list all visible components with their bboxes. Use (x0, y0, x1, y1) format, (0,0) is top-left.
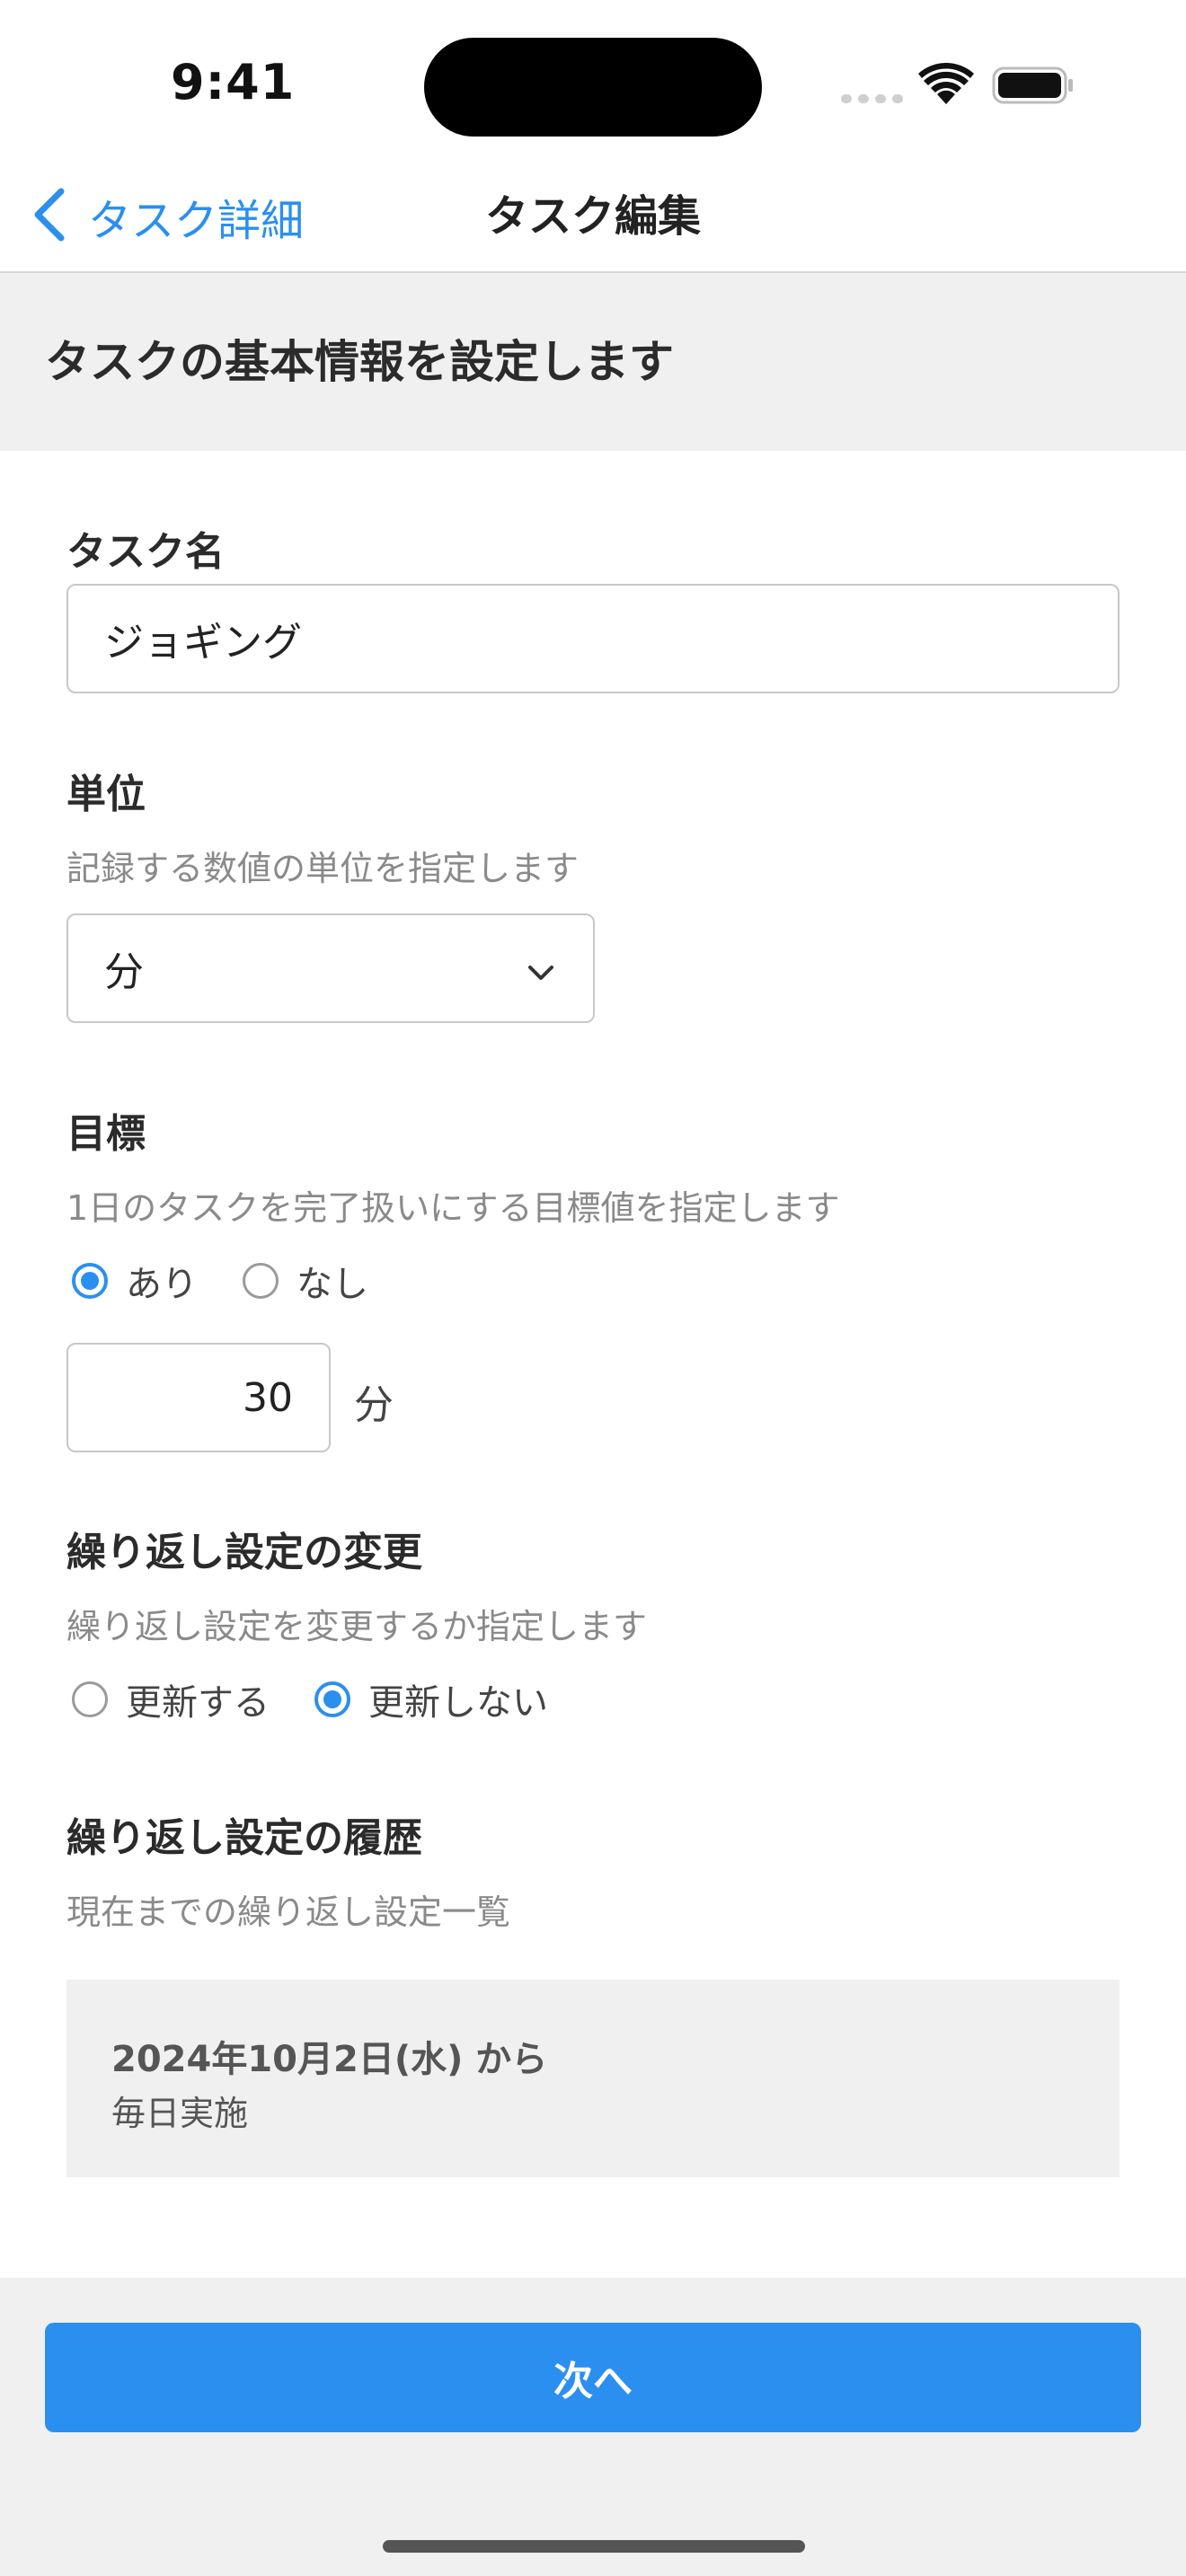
radio-checked-icon (314, 1681, 350, 1717)
bottom-action-area: 次へ (0, 2278, 1186, 2576)
unit-select[interactable]: 分 (66, 913, 595, 1023)
goal-value-input[interactable]: 30 (66, 1343, 331, 1452)
back-button-label: タスク詳細 (88, 196, 305, 246)
repeat-history-description: 現在までの繰り返し設定一覧 (66, 1892, 511, 1932)
chevron-left-icon (27, 186, 88, 247)
unit-label: 単位 (66, 772, 146, 817)
radio-checked-icon (72, 1263, 108, 1299)
goal-option-yes-label: あり (126, 1264, 198, 1305)
back-button[interactable]: タスク詳細 (27, 162, 304, 271)
goal-description: 1日のタスクを完了扱いにする目標値を指定します (66, 1188, 840, 1228)
repeat-option-no-update[interactable]: 更新しない (314, 1673, 548, 1725)
battery-icon (992, 66, 1075, 108)
goal-radio-group: あり なし (72, 1254, 413, 1308)
radio-unchecked-icon (243, 1263, 279, 1299)
repeat-option-update-label: 更新する (126, 1682, 270, 1724)
dynamic-island (424, 38, 762, 137)
status-time: 9:41 (171, 54, 296, 110)
repeat-change-label: 繰り返し設定の変更 (66, 1530, 422, 1575)
section-header: タスクの基本情報を設定します (0, 273, 1186, 451)
repeat-change-radio-group: 更新する 更新しない (72, 1672, 593, 1726)
home-indicator (383, 2540, 805, 2553)
task-name-input[interactable]: ジョギング (66, 584, 1120, 693)
radio-unchecked-icon (72, 1681, 108, 1717)
status-bar: 9:41 (0, 0, 1186, 162)
goal-option-yes[interactable]: あり (72, 1255, 198, 1307)
repeat-option-no-update-label: 更新しない (368, 1682, 548, 1724)
unit-description: 記録する数値の単位を指定します (66, 849, 580, 888)
wifi-icon (918, 62, 974, 110)
goal-option-no-label: なし (296, 1264, 368, 1305)
repeat-history-label: 繰り返し設定の履歴 (66, 1815, 422, 1861)
next-button[interactable]: 次へ (45, 2323, 1141, 2432)
chevron-down-icon (525, 953, 557, 999)
goal-unit-label: 分 (354, 1382, 394, 1428)
history-entry-date: 2024年10月2日(水) から (111, 2039, 548, 2080)
navigation-bar: タスク詳細 タスク編集 (0, 162, 1186, 273)
section-header-text: タスクの基本情報を設定します (45, 336, 674, 388)
goal-option-no[interactable]: なし (243, 1255, 368, 1307)
repeat-history-card: 2024年10月2日(水) から 毎日実施 (66, 1980, 1120, 2177)
history-entry-rule: 毎日実施 (111, 2094, 249, 2133)
task-name-label: タスク名 (66, 529, 225, 575)
goal-label: 目標 (66, 1111, 146, 1157)
repeat-change-description: 繰り返し設定を変更するか指定します (66, 1607, 648, 1646)
repeat-option-update[interactable]: 更新する (72, 1673, 270, 1725)
cellular-signal-icon (841, 92, 904, 109)
unit-select-value: 分 (104, 949, 144, 995)
